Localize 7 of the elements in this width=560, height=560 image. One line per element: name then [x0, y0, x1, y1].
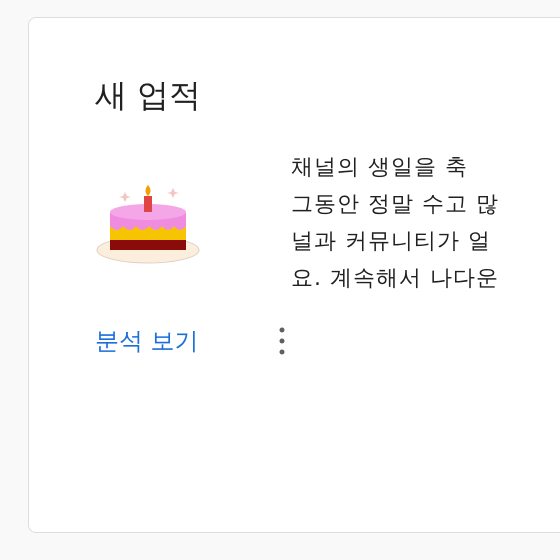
view-analytics-link[interactable]: 분석 보기: [95, 325, 199, 358]
card-title: 새 업적: [95, 76, 202, 114]
message-text: 채널의 생일을 축: [291, 154, 469, 182]
message-text: 그동안 정말 수고 많: [291, 191, 499, 220]
message-text: 요. 계속해서 나다운: [291, 265, 499, 294]
message-text: 널과 커뮤니티가 얼: [291, 228, 492, 256]
more-options-icon[interactable]: [278, 326, 285, 356]
